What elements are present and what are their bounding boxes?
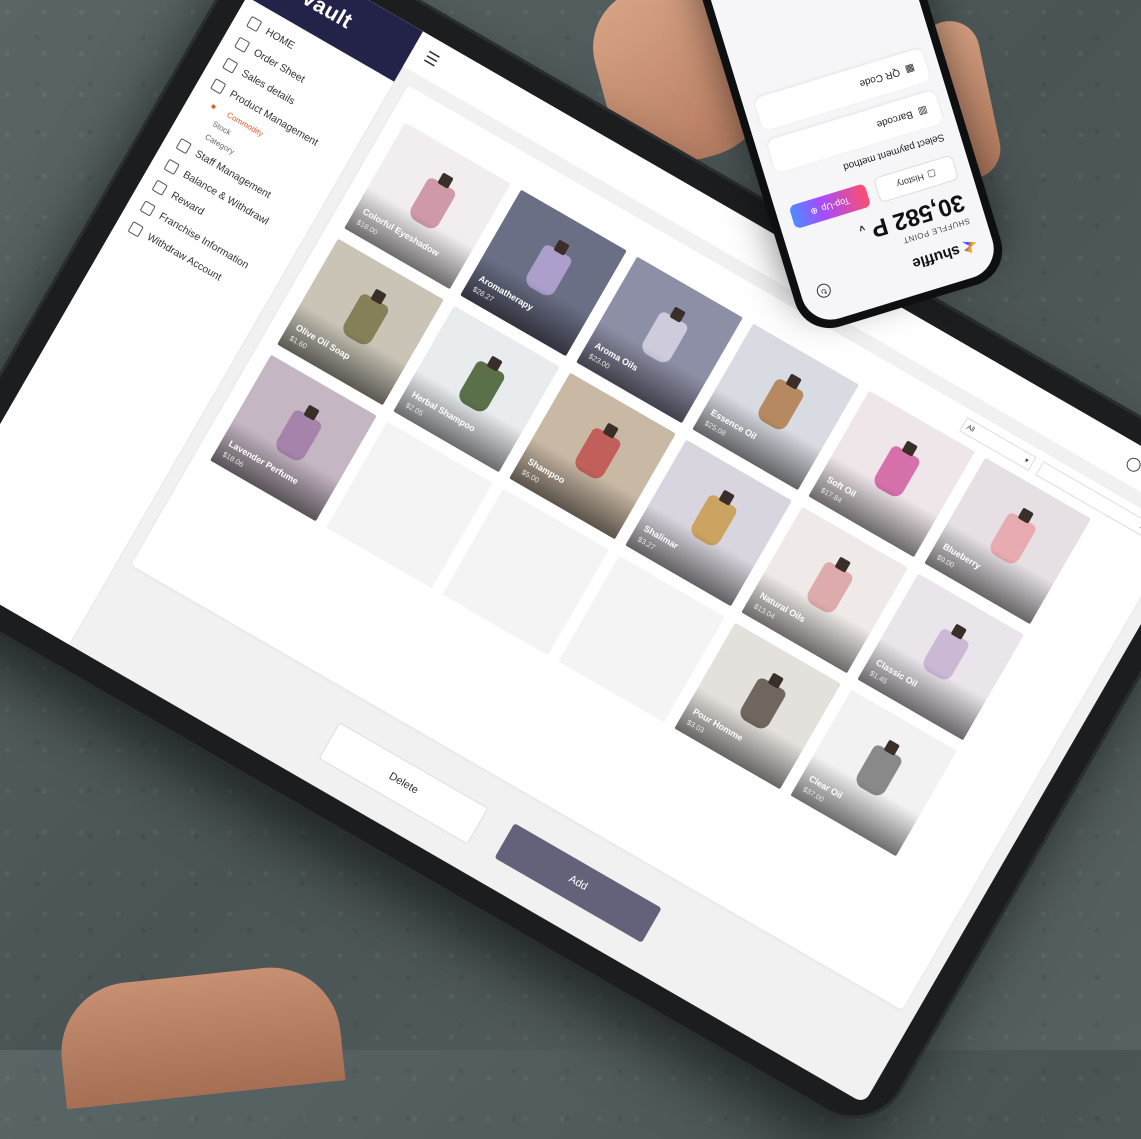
barcode-label: Barcode (875, 108, 915, 131)
nav-item-icon (151, 179, 168, 196)
hand-resting-on-tablet (54, 960, 346, 1110)
category-filter-value: All (965, 423, 976, 434)
nav-item-icon (127, 221, 144, 238)
topup-label: Top-Up (820, 195, 851, 214)
nav-item-icon (210, 78, 227, 95)
plus-circle-icon: ⊕ (809, 205, 820, 218)
qr-code-label: QR Code (858, 66, 902, 90)
history-label: History (895, 171, 926, 190)
nav-item-icon (246, 15, 263, 33)
menu-icon[interactable]: ☰ (420, 47, 442, 71)
nav-item-icon (139, 200, 156, 217)
settings-icon[interactable] (1124, 455, 1141, 475)
nav-item-icon (234, 36, 251, 53)
brand-name: Vault (296, 0, 358, 34)
shuffle-brand-name: shuffle (910, 241, 963, 273)
nav-item-icon (163, 158, 180, 176)
vault-logo-icon (271, 0, 301, 1)
chevron-down-icon: ▾ (1022, 457, 1030, 465)
product-tile-shade (790, 753, 920, 857)
nav-item-icon (222, 57, 239, 74)
refresh-icon[interactable]: ↻ (815, 282, 833, 300)
chevron-down-icon: ˅ (857, 221, 867, 234)
history-icon: ▢ (926, 168, 938, 181)
barcode-icon: ▥ (916, 104, 929, 118)
nav-item-icon (175, 137, 192, 155)
shuffle-logo-icon (962, 238, 979, 255)
qr-code-icon: ▦ (903, 62, 917, 76)
